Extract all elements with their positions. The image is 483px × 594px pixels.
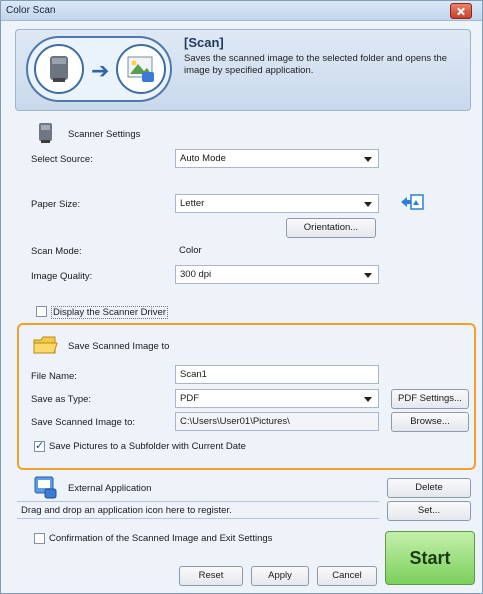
scanner-icon <box>34 44 84 94</box>
reset-button[interactable]: Reset <box>179 566 243 586</box>
paper-size-dropdown[interactable]: Letter <box>175 194 379 213</box>
scanner-settings-label: Scanner Settings <box>68 129 141 140</box>
image-quality-dropdown[interactable]: 300 dpi <box>175 265 379 284</box>
chevron-down-icon <box>364 397 372 402</box>
folder-icon <box>31 331 59 359</box>
image-quality-label: Image Quality: <box>31 271 93 282</box>
scan-mode-value: Color <box>179 245 202 256</box>
file-name-field[interactable]: Scan1 <box>175 365 379 384</box>
mode-banner: ➔ [Scan] Saves the scanned image to the … <box>15 29 471 111</box>
subfolder-checkbox[interactable] <box>34 439 45 452</box>
drop-hint: Drag and drop an application icon here t… <box>21 505 232 516</box>
application-drop-area[interactable]: Drag and drop an application icon here t… <box>17 501 379 519</box>
file-name-label: File Name: <box>31 371 77 382</box>
orientation-button[interactable]: Orientation... <box>286 218 376 238</box>
display-driver-checkbox[interactable] <box>36 306 47 317</box>
window-title: Color Scan <box>6 5 56 16</box>
pdf-settings-button[interactable]: PDF Settings... <box>391 389 469 409</box>
mode-description: Saves the scanned image to the selected … <box>184 53 448 76</box>
save-as-type-value: PDF <box>180 393 199 404</box>
picture-folder-icon <box>116 44 166 94</box>
arrow-right-icon: ➔ <box>91 58 110 83</box>
chevron-down-icon <box>364 273 372 278</box>
select-source-value: Auto Mode <box>180 153 226 164</box>
subfolder-label: Save Pictures to a Subfolder with Curren… <box>49 441 246 452</box>
scan-flow-graphic: ➔ <box>26 36 172 102</box>
save-location-label: Save Scanned Image to: <box>31 417 136 428</box>
mode-heading: [Scan] <box>184 35 224 50</box>
paper-size-value: Letter <box>180 198 205 209</box>
chevron-down-icon <box>364 157 372 162</box>
confirmation-label: Confirmation of the Scanned Image and Ex… <box>49 533 273 544</box>
confirmation-checkbox[interactable] <box>34 533 45 544</box>
save-location-field: C:\Users\User01\Pictures\ <box>175 412 379 431</box>
apply-button[interactable]: Apply <box>251 566 309 586</box>
image-quality-value: 300 dpi <box>180 269 212 280</box>
cancel-button[interactable]: Cancel <box>317 566 377 586</box>
external-application-label: External Application <box>68 483 152 494</box>
save-as-type-label: Save as Type: <box>31 394 92 405</box>
start-button[interactable]: Start <box>385 531 475 585</box>
display-driver-label: Display the Scanner Driver <box>51 306 168 319</box>
paper-size-label: Paper Size: <box>31 199 81 210</box>
chevron-down-icon <box>364 202 372 207</box>
scanner-settings-icon <box>31 119 59 147</box>
save-section-label: Save Scanned Image to <box>68 341 170 352</box>
set-button[interactable]: Set... <box>387 501 471 521</box>
orientation-preview-icon <box>399 191 425 213</box>
scan-mode-label: Scan Mode: <box>31 246 82 257</box>
external-application-icon <box>31 473 59 501</box>
browse-button[interactable]: Browse... <box>391 412 469 432</box>
title-bar: Color Scan <box>1 1 482 21</box>
select-source-label: Select Source: <box>31 154 93 165</box>
select-source-dropdown[interactable]: Auto Mode <box>175 149 379 168</box>
delete-button[interactable]: Delete <box>387 478 471 498</box>
close-button[interactable] <box>450 3 472 19</box>
color-scan-window: Color Scan ➔ [Scan] Saves the scanned im… <box>0 0 483 594</box>
save-as-type-dropdown[interactable]: PDF <box>175 389 379 408</box>
